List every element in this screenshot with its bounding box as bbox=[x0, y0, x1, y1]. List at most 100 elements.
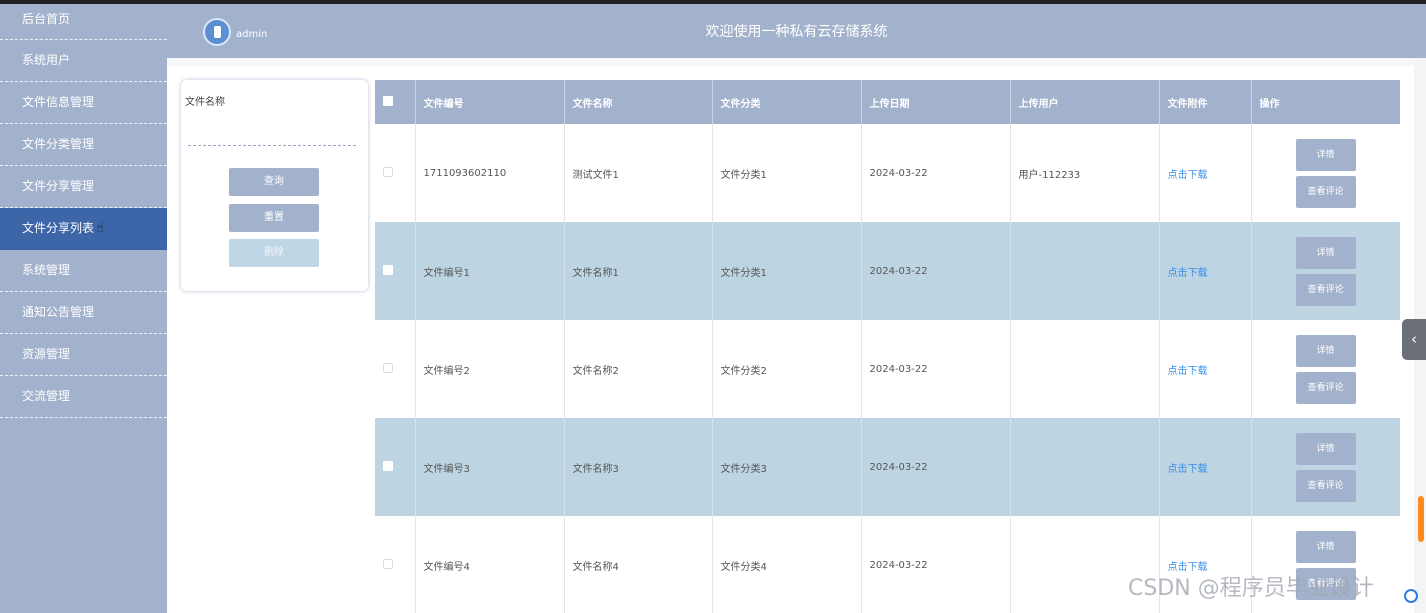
sidebar-item-system[interactable]: 系统管理 bbox=[0, 250, 167, 292]
content-top-strip bbox=[167, 58, 1426, 66]
cell-attachment: 点击下载 bbox=[1159, 222, 1252, 320]
file-name-input[interactable] bbox=[188, 128, 356, 146]
row-checkbox-cell bbox=[375, 418, 416, 516]
sidebar-item-label: 后台首页 bbox=[22, 12, 71, 26]
header: admin 欢迎使用一种私有云存储系统 bbox=[167, 4, 1426, 58]
table-header-row: 文件编号 文件名称 文件分类 上传日期 上传用户 文件附件 操作 bbox=[375, 80, 1400, 124]
reset-button[interactable]: 重置 bbox=[229, 204, 319, 232]
select-all-checkbox[interactable] bbox=[383, 95, 393, 106]
download-link[interactable]: 点击下载 bbox=[1168, 170, 1208, 181]
sidebar: 后台首页 系统用户 文件信息管理 文件分类管理 文件分享管理 文件分享列表 ☝ 系… bbox=[0, 4, 167, 613]
sidebar-item-file-share[interactable]: 文件分享管理 bbox=[0, 166, 167, 208]
row-checkbox-cell bbox=[375, 124, 416, 222]
sidebar-item-home[interactable]: 后台首页 bbox=[0, 4, 167, 40]
view-comments-button[interactable]: 查看评论 bbox=[1295, 469, 1356, 502]
cell-file-id: 文件编号2 bbox=[415, 320, 565, 418]
cell-actions: 详情 查看评论 bbox=[1251, 320, 1400, 418]
sidebar-item-share-list[interactable]: 文件分享列表 ☝ bbox=[0, 208, 167, 250]
cell-attachment: 点击下载 bbox=[1159, 124, 1252, 222]
cell-upload-date: 2024-03-22 bbox=[861, 222, 1011, 320]
cell-attachment: 点击下载 bbox=[1159, 320, 1252, 418]
cell-actions: 详情 查看评论 bbox=[1251, 418, 1400, 516]
cell-file-category: 文件分类1 bbox=[712, 124, 862, 222]
row-checkbox[interactable] bbox=[383, 166, 393, 177]
delete-button[interactable]: 删除 bbox=[229, 239, 319, 267]
cell-file-category: 文件分类3 bbox=[712, 418, 862, 516]
cell-file-id: 1711093602110 bbox=[415, 124, 565, 222]
watermark: CSDN @程序员毕业设计 bbox=[1128, 576, 1374, 601]
column-header: 文件编号 bbox=[415, 80, 565, 124]
sidebar-item-notice[interactable]: 通知公告管理 bbox=[0, 292, 167, 334]
cell-upload-date: 2024-03-22 bbox=[861, 320, 1011, 418]
view-comments-button[interactable]: 查看评论 bbox=[1295, 175, 1356, 208]
detail-button[interactable]: 详情 bbox=[1295, 530, 1356, 563]
sidebar-item-label: 系统用户 bbox=[22, 53, 71, 67]
detail-button[interactable]: 详情 bbox=[1295, 432, 1356, 465]
cell-upload-date: 2024-03-22 bbox=[861, 516, 1011, 613]
table-row: 1711093602110 测试文件1 文件分类1 2024-03-22 用户-… bbox=[375, 124, 1400, 222]
sidebar-item-label: 资源管理 bbox=[22, 347, 71, 361]
query-button[interactable]: 查询 bbox=[229, 168, 319, 196]
row-checkbox[interactable] bbox=[383, 558, 393, 569]
detail-button[interactable]: 详情 bbox=[1295, 138, 1356, 171]
sidebar-item-file-info[interactable]: 文件信息管理 bbox=[0, 82, 167, 124]
sidebar-item-label: 系统管理 bbox=[22, 263, 71, 277]
column-header: 上传用户 bbox=[1010, 80, 1160, 124]
collapse-panel-handle[interactable]: ‹ bbox=[1402, 319, 1426, 360]
scroll-thumb[interactable] bbox=[1418, 496, 1424, 542]
chevron-left-icon: ‹ bbox=[1411, 330, 1417, 348]
search-panel: 文件名称 查询 重置 删除 bbox=[181, 80, 368, 291]
column-header: 文件名称 bbox=[564, 80, 713, 124]
page-title: 欢迎使用一种私有云存储系统 bbox=[705, 24, 888, 40]
download-link[interactable]: 点击下载 bbox=[1168, 366, 1208, 377]
sidebar-item-label: 文件信息管理 bbox=[22, 95, 95, 109]
sidebar-item-label: 通知公告管理 bbox=[22, 305, 95, 319]
download-link[interactable]: 点击下载 bbox=[1168, 464, 1208, 475]
cell-file-category: 文件分类2 bbox=[712, 320, 862, 418]
view-comments-button[interactable]: 查看评论 bbox=[1295, 371, 1356, 404]
table-row: 文件编号2 文件名称2 文件分类2 2024-03-22 点击下载 详情 查看评… bbox=[375, 320, 1400, 418]
sidebar-item-label: 交流管理 bbox=[22, 389, 71, 403]
row-checkbox[interactable] bbox=[383, 362, 393, 373]
view-comments-button[interactable]: 查看评论 bbox=[1295, 273, 1356, 306]
sidebar-item-exchange[interactable]: 交流管理 bbox=[0, 376, 167, 418]
cell-file-name: 文件名称2 bbox=[564, 320, 713, 418]
sidebar-item-label: 文件分类管理 bbox=[22, 137, 95, 151]
cell-upload-user bbox=[1010, 222, 1160, 320]
cell-upload-user bbox=[1010, 320, 1160, 418]
cell-upload-date: 2024-03-22 bbox=[861, 124, 1011, 222]
table-row: 文件编号3 文件名称3 文件分类3 2024-03-22 点击下载 详情 查看评… bbox=[375, 418, 1400, 516]
hand-pointer-icon: ☝ bbox=[96, 221, 104, 236]
download-link[interactable]: 点击下载 bbox=[1168, 268, 1208, 279]
sidebar-item-resource[interactable]: 资源管理 bbox=[0, 334, 167, 376]
cell-file-category: 文件分类4 bbox=[712, 516, 862, 613]
row-checkbox-cell bbox=[375, 222, 416, 320]
detail-button[interactable]: 详情 bbox=[1295, 236, 1356, 269]
sidebar-item-file-category[interactable]: 文件分类管理 bbox=[0, 124, 167, 166]
column-header: 操作 bbox=[1251, 80, 1400, 124]
cell-file-category: 文件分类1 bbox=[712, 222, 862, 320]
cell-upload-user: 用户-112233 bbox=[1010, 124, 1160, 222]
cell-file-name: 测试文件1 bbox=[564, 124, 713, 222]
row-checkbox[interactable] bbox=[383, 460, 393, 471]
file-share-table: 文件编号 文件名称 文件分类 上传日期 上传用户 文件附件 操作 1711093… bbox=[375, 80, 1400, 613]
row-checkbox[interactable] bbox=[383, 264, 393, 275]
cell-file-name: 文件名称4 bbox=[564, 516, 713, 613]
column-header: 文件附件 bbox=[1159, 80, 1252, 124]
cell-file-name: 文件名称3 bbox=[564, 418, 713, 516]
cell-actions: 详情 查看评论 bbox=[1251, 222, 1400, 320]
cell-file-id: 文件编号1 bbox=[415, 222, 565, 320]
row-checkbox-cell bbox=[375, 516, 416, 613]
cell-file-id: 文件编号3 bbox=[415, 418, 565, 516]
cell-actions: 详情 查看评论 bbox=[1251, 124, 1400, 222]
refresh-icon[interactable] bbox=[1404, 589, 1418, 603]
detail-button[interactable]: 详情 bbox=[1295, 334, 1356, 367]
search-label: 文件名称 bbox=[185, 97, 225, 108]
cell-upload-user bbox=[1010, 418, 1160, 516]
sidebar-item-system-users[interactable]: 系统用户 bbox=[0, 40, 167, 82]
cell-attachment: 点击下载 bbox=[1159, 418, 1252, 516]
cell-file-id: 文件编号4 bbox=[415, 516, 565, 613]
cell-upload-date: 2024-03-22 bbox=[861, 418, 1011, 516]
column-header: 上传日期 bbox=[861, 80, 1011, 124]
table-row: 文件编号1 文件名称1 文件分类1 2024-03-22 点击下载 详情 查看评… bbox=[375, 222, 1400, 320]
